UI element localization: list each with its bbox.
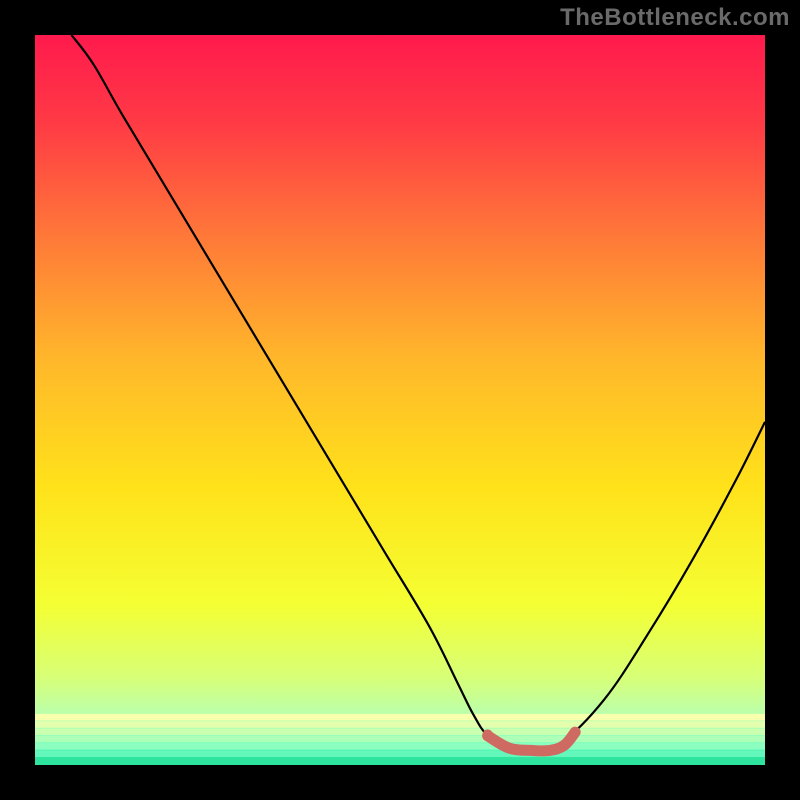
chart-svg — [35, 35, 765, 765]
watermark-text: TheBottleneck.com — [560, 4, 790, 32]
gradient-background — [35, 35, 765, 765]
curve-marker-dot — [483, 729, 493, 739]
chart-plot-area — [35, 35, 765, 765]
